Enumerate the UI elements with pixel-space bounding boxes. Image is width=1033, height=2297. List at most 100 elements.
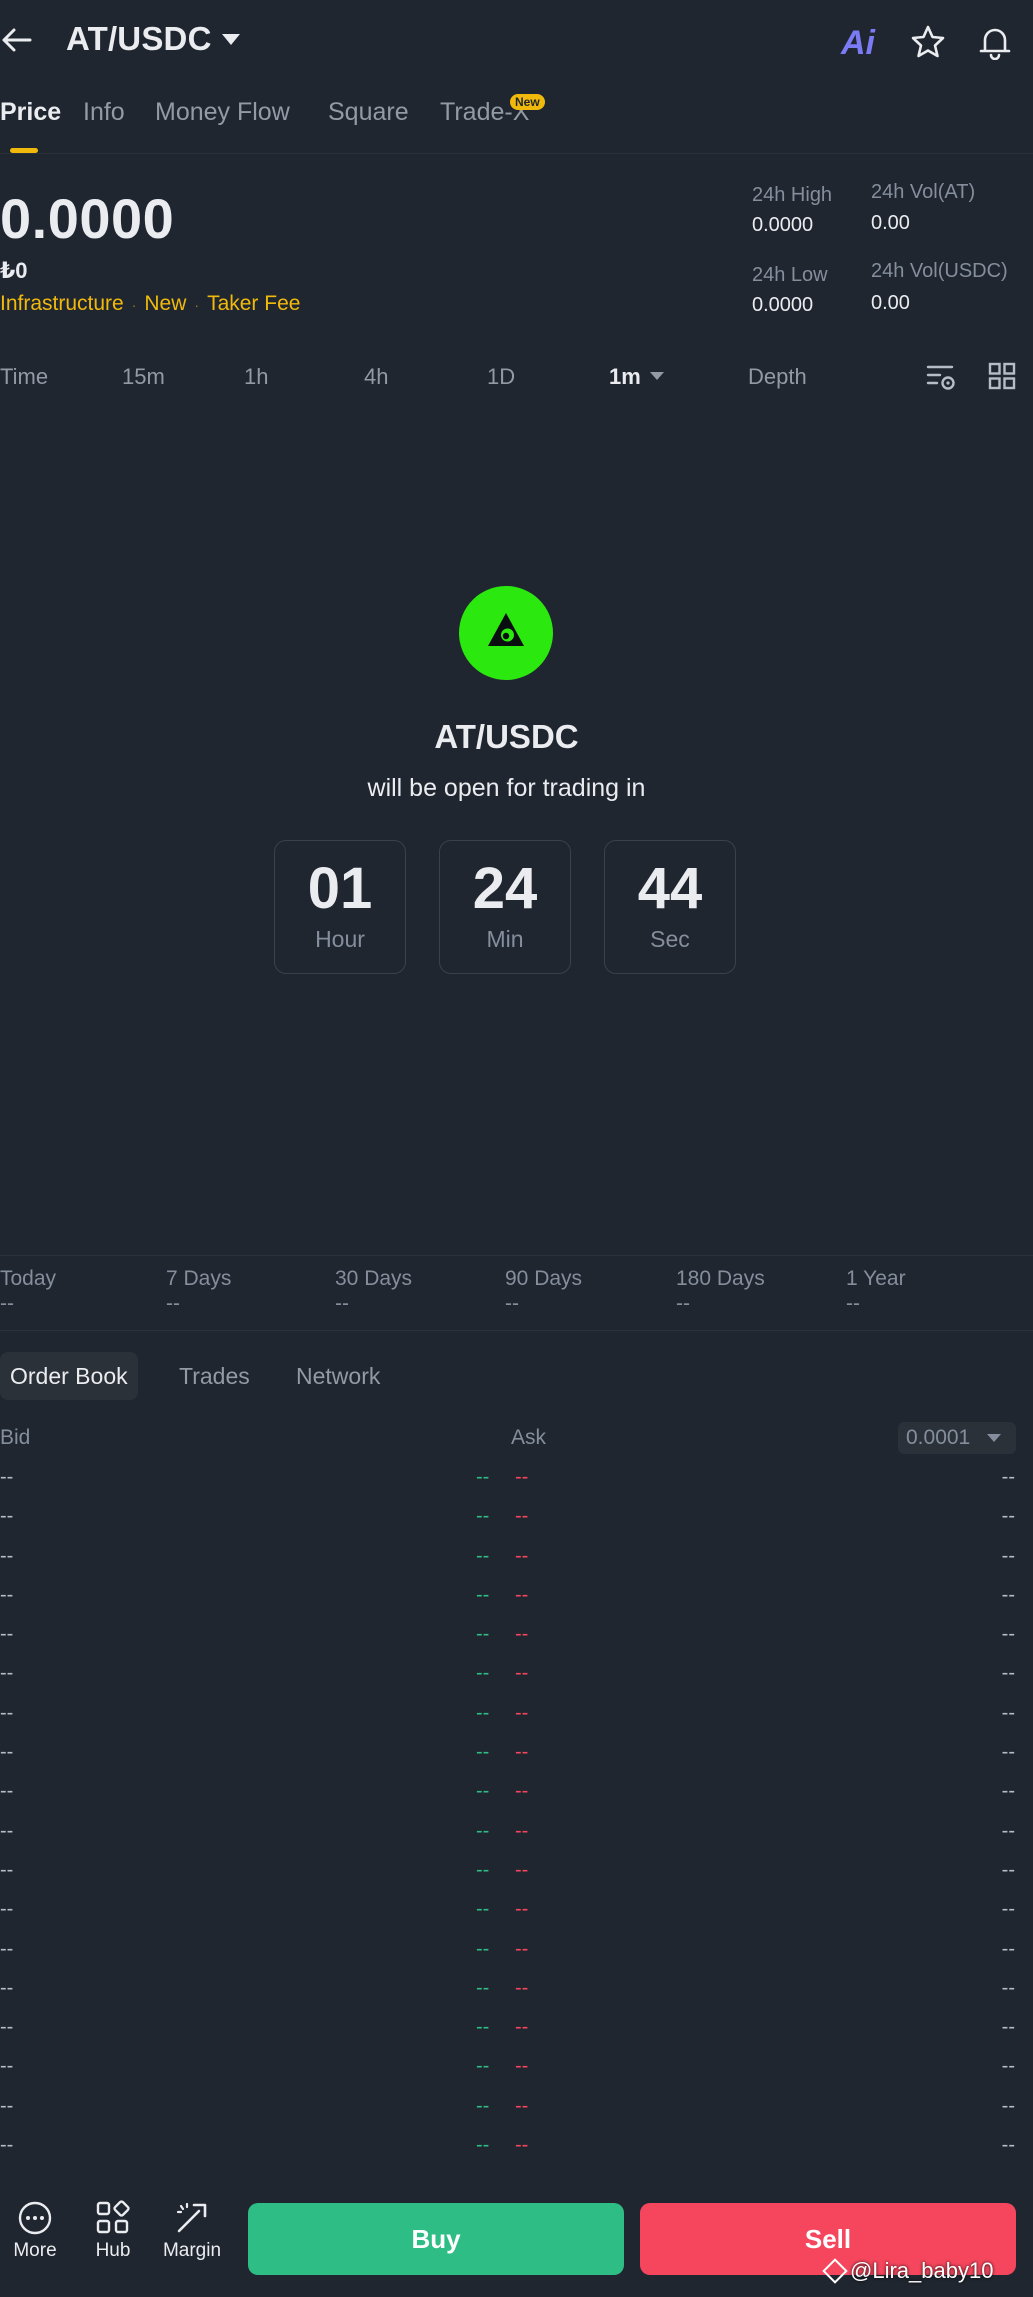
ask-price: --	[515, 1623, 529, 1646]
precision-value: 0.0001	[906, 1426, 971, 1449]
table-row[interactable]: -- -- -- --	[0, 1617, 1033, 1656]
bid-quantity: --	[0, 1898, 14, 1921]
ai-assistant-icon[interactable]: Ai	[841, 24, 875, 63]
stat-24h-vol-quote-label: 24h Vol(USDC)	[871, 260, 1008, 282]
table-row[interactable]: -- -- -- --	[0, 2089, 1033, 2128]
table-row[interactable]: -- -- -- --	[0, 1656, 1033, 1695]
perf-180d-label: 180 Days	[676, 1267, 765, 1290]
interval-1d[interactable]: 1D	[487, 364, 515, 390]
hub-icon	[96, 2200, 130, 2234]
bid-quantity: --	[0, 1505, 14, 1528]
tag-taker-fee[interactable]: Taker Fee	[207, 292, 300, 315]
bid-quantity: --	[0, 1544, 14, 1567]
tab-square[interactable]: Square	[328, 98, 409, 127]
bid-price: --	[476, 1780, 490, 1803]
interval-1h[interactable]: 1h	[244, 364, 268, 390]
table-row[interactable]: -- -- -- --	[0, 1853, 1033, 1892]
table-row[interactable]: -- -- -- --	[0, 2128, 1033, 2167]
bid-quantity: --	[0, 1466, 14, 1488]
bid-price: --	[476, 2016, 490, 2039]
table-row[interactable]: -- -- -- --	[0, 1774, 1033, 1813]
watermark-text: @Lira_baby10	[850, 2258, 994, 2283]
ask-quantity: --	[1001, 1701, 1015, 1724]
pair-dropdown-icon[interactable]	[222, 34, 240, 45]
buy-button[interactable]: Buy	[248, 2203, 624, 2275]
countdown-seconds-label: Sec	[650, 926, 690, 952]
new-badge: New	[510, 94, 545, 110]
perf-today-value: --	[0, 1292, 14, 1315]
tab-trades[interactable]: Trades	[179, 1352, 250, 1400]
table-row[interactable]: -- -- -- --	[0, 2049, 1033, 2088]
bid-price: --	[476, 1937, 490, 1960]
active-tab-indicator	[10, 148, 38, 153]
ask-quantity: --	[1001, 2134, 1015, 2157]
chart-settings-icon[interactable]	[925, 361, 957, 393]
table-row[interactable]: -- -- -- --	[0, 1892, 1033, 1931]
margin-button[interactable]: Margin	[157, 2200, 227, 2262]
tab-price[interactable]: Price	[0, 98, 61, 127]
perf-7d-value: --	[166, 1292, 180, 1315]
bid-price: --	[476, 1976, 490, 1999]
ask-price: --	[515, 1976, 529, 1999]
countdown-minutes-value: 24	[472, 856, 538, 921]
ask-price: --	[515, 1505, 529, 1528]
back-arrow-icon[interactable]	[0, 22, 36, 58]
interval-1m[interactable]: 1m	[609, 364, 641, 390]
tab-network[interactable]: Network	[296, 1352, 380, 1400]
ask-quantity: --	[1001, 1741, 1015, 1764]
tag-new[interactable]: New	[144, 292, 186, 315]
favorite-star-icon[interactable]	[910, 24, 946, 60]
table-row[interactable]: -- -- -- --	[0, 1814, 1033, 1853]
tab-info[interactable]: Info	[83, 98, 125, 127]
ask-price: --	[515, 1741, 529, 1764]
interval-time[interactable]: Time	[0, 364, 48, 390]
ask-price: --	[515, 2016, 529, 2039]
table-row[interactable]: -- -- -- --	[0, 1499, 1033, 1538]
layout-grid-icon[interactable]	[987, 361, 1017, 391]
more-button[interactable]: More	[0, 2200, 70, 2262]
ask-quantity: --	[1001, 1662, 1015, 1685]
order-book-rows: -- -- -- -- -- -- -- -- -- -- -- -- -- -- -- -- -- -- -- --…	[0, 1460, 1033, 2167]
tab-order-book[interactable]: Order Book	[0, 1352, 138, 1400]
ask-price: --	[515, 1937, 529, 1960]
bid-price: --	[476, 1544, 490, 1567]
pair-title[interactable]: AT/USDC	[66, 20, 212, 58]
table-row[interactable]: -- -- -- --	[0, 1971, 1033, 2010]
margin-label: Margin	[162, 2240, 222, 2261]
ask-quantity: --	[1001, 1623, 1015, 1646]
table-row[interactable]: -- -- -- --	[0, 1932, 1033, 1971]
ask-quantity: --	[1001, 2055, 1015, 2078]
tab-money-flow[interactable]: Money Flow	[155, 98, 290, 127]
table-row[interactable]: -- -- -- --	[0, 1696, 1033, 1735]
stat-24h-low-label: 24h Low	[752, 264, 828, 286]
bid-quantity: --	[0, 2016, 14, 2039]
interval-4h[interactable]: 4h	[364, 364, 388, 390]
header: AT/USDC Ai	[0, 0, 1033, 82]
chevron-down-icon	[987, 1434, 1001, 1442]
table-row[interactable]: -- -- -- --	[0, 1735, 1033, 1774]
perf-1y-label: 1 Year	[846, 1267, 906, 1290]
hub-button[interactable]: Hub	[78, 2200, 148, 2262]
table-row[interactable]: -- -- -- --	[0, 1460, 1033, 1499]
notification-bell-icon[interactable]	[977, 24, 1013, 60]
interval-depth[interactable]: Depth	[748, 364, 807, 390]
table-row[interactable]: -- -- -- --	[0, 1578, 1033, 1617]
perf-90d-value: --	[505, 1292, 519, 1315]
tag-infrastructure[interactable]: Infrastructure	[0, 292, 124, 315]
bid-quantity: --	[0, 1583, 14, 1606]
table-row[interactable]: -- -- -- --	[0, 2010, 1033, 2049]
stat-24h-high-label: 24h High	[752, 184, 833, 206]
interval-dropdown-icon[interactable]	[650, 372, 664, 380]
token-logo	[459, 586, 553, 680]
countdown-seconds-value: 44	[637, 856, 703, 921]
ask-quantity: --	[1001, 2016, 1015, 2039]
bid-quantity: --	[0, 1741, 14, 1764]
perf-90d-label: 90 Days	[505, 1267, 583, 1290]
interval-15m[interactable]: 15m	[122, 364, 165, 390]
ask-quantity: --	[1001, 1937, 1015, 1960]
table-row[interactable]: -- -- -- --	[0, 1539, 1033, 1578]
ask-price: --	[515, 1544, 529, 1567]
precision-select[interactable]: 0.0001	[898, 1422, 1016, 1454]
countdown-seconds: 44 Sec	[604, 840, 736, 974]
bid-quantity: --	[0, 2094, 14, 2117]
